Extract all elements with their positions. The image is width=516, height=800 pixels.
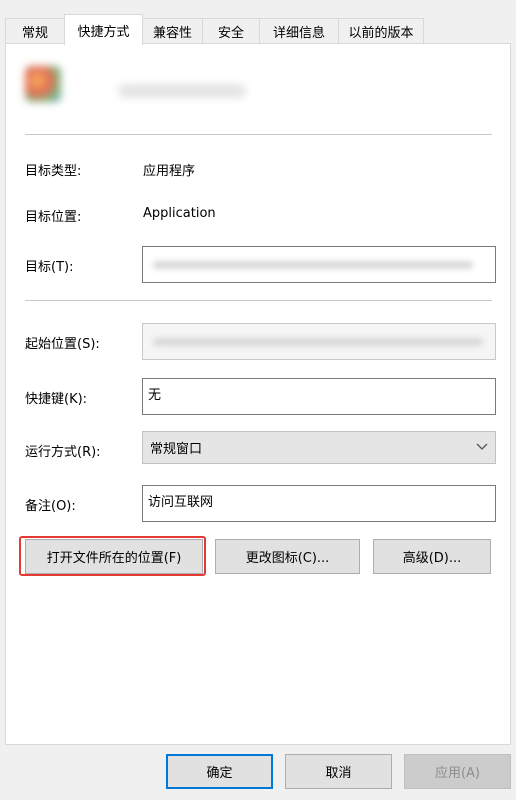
target-location-value: Application [143,206,216,221]
start-in-field[interactable] [142,323,496,360]
target-label: 目标(T): [25,260,74,275]
comment-label: 备注(O): [25,499,76,514]
shortcut-panel: 目标类型: 应用程序 目标位置: Application 目标(T): 起始位置… [5,43,511,745]
chevron-down-icon [475,440,489,454]
target-field[interactable] [142,246,496,283]
app-icon [25,66,61,102]
run-label: 运行方式(R): [25,445,101,460]
divider [25,134,492,135]
run-select-value: 常规窗口 [150,442,203,457]
advanced-button[interactable]: 高级(D)... [373,539,491,574]
target-type-label: 目标类型: [25,164,82,179]
tab-compatibility[interactable]: 兼容性 [142,18,203,43]
app-name-blurred [118,84,246,98]
tab-security[interactable]: 安全 [202,18,260,43]
start-in-value-blurred [153,338,483,346]
target-location-label: 目标位置: [25,210,82,225]
open-file-location-button[interactable]: 打开文件所在的位置(F) [25,539,203,574]
start-in-label: 起始位置(S): [25,337,100,352]
ok-button[interactable]: 确定 [166,754,273,789]
cancel-button[interactable]: 取消 [285,754,392,789]
tab-bar: 常规 快捷方式 兼容性 安全 详细信息 以前的版本 [5,14,511,45]
apply-button[interactable]: 应用(A) [404,754,511,789]
tab-general[interactable]: 常规 [5,18,65,43]
shortcut-key-field[interactable]: 无 [142,378,496,415]
target-value-blurred [153,261,473,269]
tab-details[interactable]: 详细信息 [259,18,339,43]
comment-field[interactable]: 访问互联网 [142,485,496,522]
shortcut-key-label: 快捷键(K): [25,392,88,407]
target-type-value: 应用程序 [143,164,196,179]
change-icon-button[interactable]: 更改图标(C)... [215,539,360,574]
tab-shortcut[interactable]: 快捷方式 [64,14,143,45]
divider [25,300,492,301]
tab-previous-versions[interactable]: 以前的版本 [338,18,424,43]
run-select[interactable]: 常规窗口 [142,431,496,464]
